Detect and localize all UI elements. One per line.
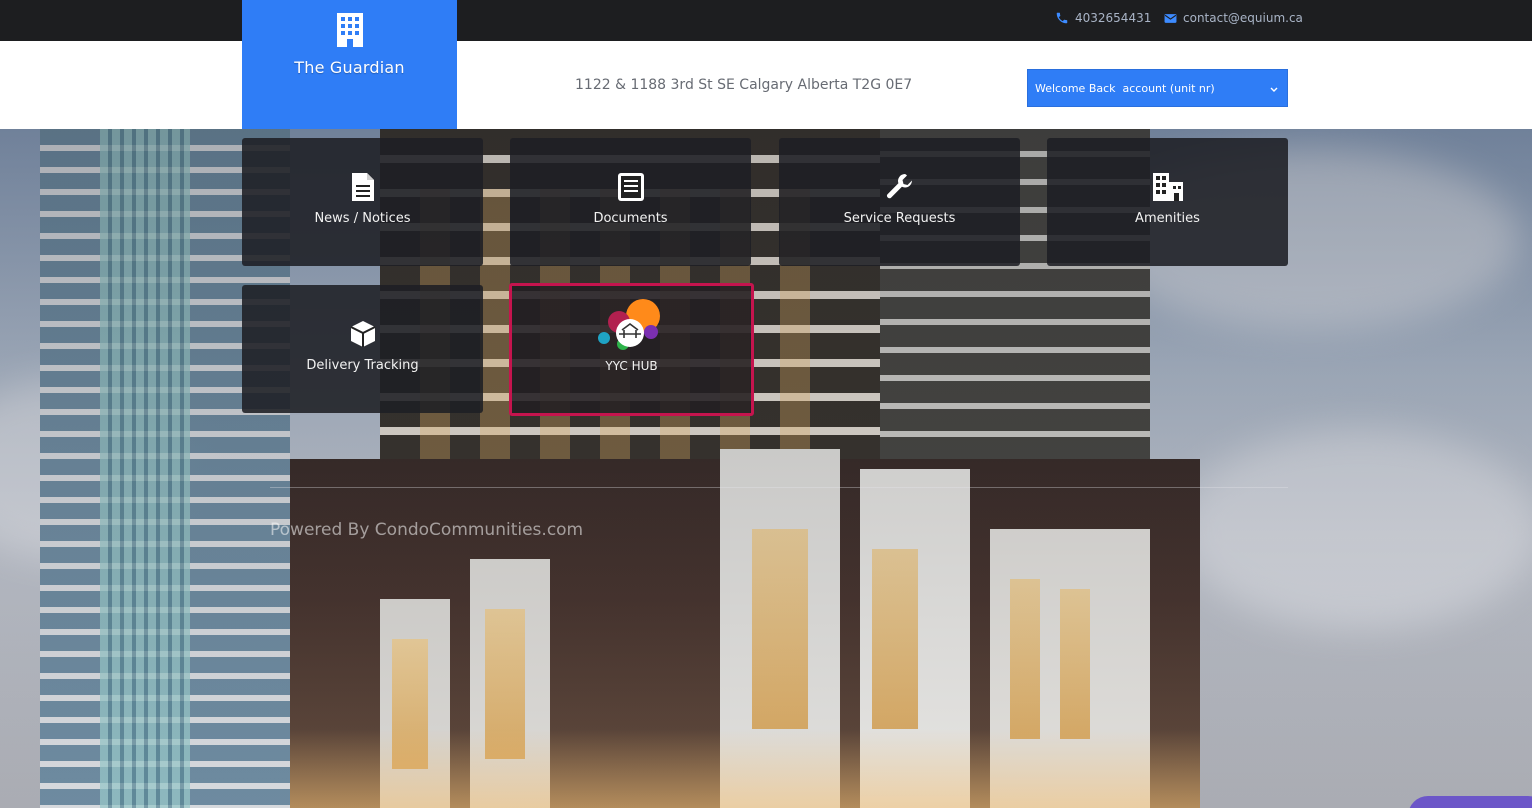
email-contact[interactable]: contact@equium.ca [1164,11,1303,25]
package-icon [348,317,378,349]
tile-yyc-hub[interactable]: YYC HUB [509,283,754,416]
buildings-icon [1152,170,1184,202]
phone-number: 4032654431 [1075,11,1152,25]
email-address: contact@equium.ca [1183,11,1303,25]
tile-label: Amenities [1135,211,1200,226]
tile-service-requests[interactable]: Service Requests [779,138,1020,266]
tile-amenities[interactable]: Amenities [1047,138,1288,266]
tile-label: YYC HUB [605,359,658,373]
chat-widget-button[interactable] [1408,796,1532,808]
footer-divider [270,487,1288,488]
account-dropdown[interactable]: Welcome Back account (unit nr) [1027,69,1288,107]
tile-label: News / Notices [314,211,411,226]
building-address: 1122 & 1188 3rd St SE Calgary Alberta T2… [575,77,913,93]
background-photo [0,129,1532,808]
envelope-icon [1164,13,1177,24]
tile-delivery-tracking[interactable]: Delivery Tracking [242,285,483,413]
powered-by-text[interactable]: Powered By CondoCommunities.com [270,520,583,540]
building-name: The Guardian [294,58,405,77]
brand-logo-block[interactable]: The Guardian [242,0,457,129]
tile-news-notices[interactable]: News / Notices [242,138,483,266]
building-icon [335,12,365,52]
document-icon [350,170,376,202]
list-document-icon [617,170,645,202]
tile-label: Delivery Tracking [306,358,419,373]
chevron-down-icon [1270,83,1278,96]
phone-contact[interactable]: 4032654431 [1055,11,1151,25]
tile-documents[interactable]: Documents [510,138,751,266]
top-contact-bar: 4032654431 contact@equium.ca [0,0,1532,41]
tile-label: Documents [593,211,668,226]
tile-label: Service Requests [843,211,956,226]
phone-icon [1055,11,1069,25]
wrench-icon [885,170,915,202]
yyc-hub-logo [597,296,667,356]
account-dropdown-label: Welcome Back account (unit nr) [1035,81,1215,95]
